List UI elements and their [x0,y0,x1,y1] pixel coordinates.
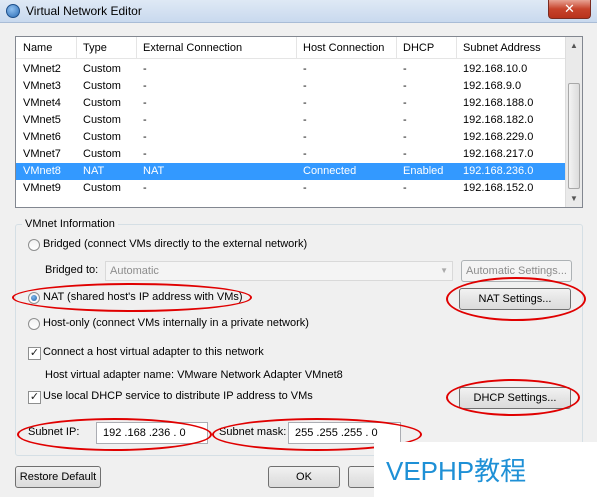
cell-name: VMnet7 [23,148,61,160]
column-header-host-connection[interactable]: Host Connection [297,37,397,59]
cell-type: Custom [83,148,121,160]
cell-dhcp: Enabled [403,165,444,177]
cell-type: Custom [83,131,121,143]
adapter-name-text: Host virtual adapter name: VMware Networ… [45,369,343,381]
table-row[interactable]: VMnet7 Custom - - - 192.168.217.0 [16,146,567,163]
column-header-subnet-address[interactable]: Subnet Address [457,37,567,59]
network-list[interactable]: Name Type External Connection Host Conne… [15,36,583,208]
cell-subnet: 192.168.182.0 [463,114,534,126]
watermark-logo: VEPHP教程 [386,456,527,486]
column-header-type[interactable]: Type [77,37,137,59]
column-header-dhcp[interactable]: DHCP [397,37,457,59]
table-row[interactable]: VMnet2 Custom - - - 192.168.10.0 [16,61,567,78]
cell-host: - [303,131,307,143]
column-header-external-connection[interactable]: External Connection [137,37,297,59]
cell-type: Custom [83,182,121,194]
cell-dhcp: - [403,148,407,160]
cell-subnet: 192.168.188.0 [463,97,534,109]
cell-type: NAT [83,165,105,177]
annotation-ellipse-nat [12,283,252,312]
cell-type: Custom [83,114,121,126]
column-header-name[interactable]: Name [17,37,77,59]
bridged-to-label: Bridged to: [45,264,99,276]
cell-name: VMnet2 [23,63,61,75]
cell-type: Custom [83,63,121,75]
cell-name: VMnet8 [23,165,61,177]
cell-type: Custom [83,80,121,92]
annotation-ellipse-nat-settings [446,277,586,321]
cell-dhcp: - [403,80,407,92]
bridged-radio[interactable] [28,239,40,251]
table-row[interactable]: VMnet3 Custom - - - 192.168.9.0 [16,78,567,95]
cell-subnet: 192.168.152.0 [463,182,534,194]
cell-subnet: 192.168.9.0 [463,80,522,92]
cell-dhcp: - [403,131,407,143]
cell-external: - [143,182,147,194]
cell-dhcp: - [403,114,407,126]
cell-name: VMnet9 [23,182,61,194]
cell-external: - [143,63,147,75]
cell-host: - [303,63,307,75]
use-dhcp-label[interactable]: Use local DHCP service to distribute IP … [43,390,313,402]
window-title: Virtual Network Editor [26,4,142,18]
close-button[interactable]: ✕ [548,0,591,19]
cell-external: - [143,114,147,126]
cell-external: NAT [143,165,165,177]
cell-host: - [303,97,307,109]
group-label: VMnet Information [22,218,118,230]
list-header: Name Type External Connection Host Conne… [16,37,567,59]
cell-host: - [303,114,307,126]
cell-external: - [143,80,147,92]
connect-adapter-checkbox[interactable]: ✓ [28,347,41,360]
cell-subnet: 192.168.236.0 [463,165,534,177]
table-row[interactable]: VMnet5 Custom - - - 192.168.182.0 [16,112,567,129]
scroll-thumb[interactable] [568,83,580,189]
cell-subnet: 192.168.217.0 [463,148,534,160]
cell-name: VMnet6 [23,131,61,143]
title-bar[interactable]: Virtual Network Editor ✕ [0,0,597,23]
annotation-ellipse-dhcp-settings [446,379,580,416]
cell-host: - [303,182,307,194]
bridged-label[interactable]: Bridged (connect VMs directly to the ext… [43,238,307,250]
table-row-selected[interactable]: VMnet8 NAT NAT Connected Enabled 192.168… [16,163,567,180]
cell-dhcp: - [403,63,407,75]
cell-host: - [303,80,307,92]
cell-subnet: 192.168.10.0 [463,63,528,75]
cell-type: Custom [83,97,121,109]
host-only-label[interactable]: Host-only (connect VMs internally in a p… [43,317,309,329]
host-only-radio[interactable] [28,318,40,330]
cell-dhcp: - [403,97,407,109]
cell-name: VMnet5 [23,114,61,126]
cell-external: - [143,97,147,109]
cell-dhcp: - [403,182,407,194]
cell-subnet: 192.168.229.0 [463,131,534,143]
restore-default-button[interactable]: Restore Default [15,466,101,488]
cell-host: - [303,148,307,160]
table-row[interactable]: VMnet6 Custom - - - 192.168.229.0 [16,129,567,146]
ok-button[interactable]: OK [268,466,340,488]
annotation-ellipse-subnet-ip [17,418,212,451]
scroll-down-arrow-icon[interactable]: ▼ [566,190,582,207]
use-dhcp-checkbox[interactable]: ✓ [28,391,41,404]
chevron-down-icon: ▼ [440,266,448,275]
cell-host: Connected [303,165,357,177]
table-row[interactable]: VMnet9 Custom - - - 192.168.152.0 [16,180,567,197]
bridged-to-value: Automatic [110,265,159,277]
table-row[interactable]: VMnet4 Custom - - - 192.168.188.0 [16,95,567,112]
bridged-to-select[interactable]: Automatic ▼ [105,261,453,281]
network-app-icon [6,4,20,18]
cell-name: VMnet4 [23,97,61,109]
scroll-up-arrow-icon[interactable]: ▲ [566,37,582,54]
cell-name: VMnet3 [23,80,61,92]
connect-adapter-label[interactable]: Connect a host virtual adapter to this n… [43,346,264,358]
vertical-scrollbar[interactable]: ▲ ▼ [565,37,582,207]
cell-external: - [143,131,147,143]
cell-external: - [143,148,147,160]
